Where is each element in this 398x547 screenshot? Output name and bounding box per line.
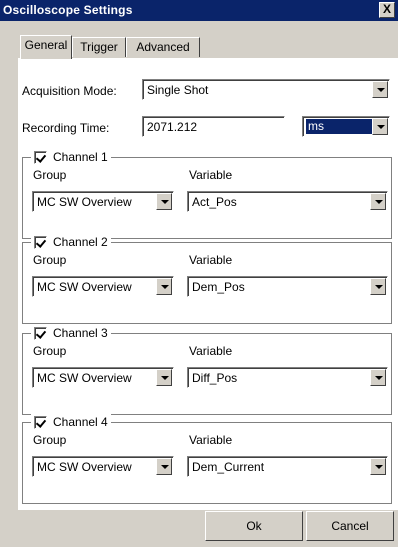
channel-2-group: Channel 2 Group Variable MC SW Overview … <box>22 234 392 324</box>
channel-2-group-select[interactable]: MC SW Overview <box>32 276 174 297</box>
tab-advanced[interactable]: Advanced <box>126 37 200 57</box>
recording-time-value: 2071.212 <box>147 120 198 134</box>
variable-label: Variable <box>189 344 233 358</box>
tab-general[interactable]: General <box>20 35 72 59</box>
channel-3-title: Channel 3 <box>53 326 108 340</box>
cancel-button[interactable]: Cancel <box>306 511 394 541</box>
group-label: Group <box>33 168 67 182</box>
channel-4-group-select[interactable]: MC SW Overview <box>32 456 174 477</box>
channel-4-group: Channel 4 Group Variable MC SW Overview … <box>22 414 392 504</box>
recording-unit-value: ms <box>306 119 374 134</box>
channel-2-checkbox[interactable] <box>34 235 47 249</box>
channel-4-variable-select[interactable]: Dem_Current <box>187 456 388 477</box>
channel-1-legend: Channel 1 <box>31 149 111 165</box>
channel-1-group: Channel 1 Group Variable MC SW Overview … <box>22 149 392 239</box>
title-bar: Oscilloscope Settings X <box>0 0 398 21</box>
channel-4-title: Channel 4 <box>53 415 108 429</box>
channel-3-group: Channel 3 Group Variable MC SW Overview … <box>22 325 392 415</box>
channel-1-checkbox[interactable] <box>34 150 47 164</box>
channel-2-title: Channel 2 <box>53 235 108 249</box>
chevron-down-icon[interactable] <box>156 369 172 386</box>
group-label: Group <box>33 433 67 447</box>
recording-time-input[interactable]: 2071.212 <box>142 116 285 137</box>
channel-3-legend: Channel 3 <box>31 325 111 341</box>
chevron-down-icon[interactable] <box>156 458 172 475</box>
channel-1-group-value: MC SW Overview <box>37 195 132 209</box>
ok-button[interactable]: Ok <box>205 511 303 541</box>
chevron-down-icon[interactable] <box>370 193 386 210</box>
channel-4-checkbox[interactable] <box>34 415 47 429</box>
channel-1-variable-value: Act_Pos <box>192 195 237 209</box>
channel-3-variable-value: Diff_Pos <box>192 371 238 385</box>
group-label: Group <box>33 253 67 267</box>
close-button[interactable]: X <box>379 2 395 18</box>
channel-2-variable-select[interactable]: Dem_Pos <box>187 276 388 297</box>
chevron-down-icon[interactable] <box>370 458 386 475</box>
recording-time-label: Recording Time: <box>22 121 110 135</box>
channel-4-legend: Channel 4 <box>31 414 111 430</box>
channel-2-variable-value: Dem_Pos <box>192 280 245 294</box>
channel-1-title: Channel 1 <box>53 150 108 164</box>
channel-2-legend: Channel 2 <box>31 234 111 250</box>
channel-4-group-value: MC SW Overview <box>37 460 132 474</box>
chevron-down-icon[interactable] <box>370 278 386 295</box>
channel-3-variable-select[interactable]: Diff_Pos <box>187 367 388 388</box>
variable-label: Variable <box>189 433 233 447</box>
oscilloscope-settings-dialog: Oscilloscope Settings X General Trigger … <box>0 0 398 547</box>
chevron-down-icon[interactable] <box>156 278 172 295</box>
window-title: Oscilloscope Settings <box>3 3 133 17</box>
chevron-down-icon[interactable] <box>156 193 172 210</box>
channel-3-group-value: MC SW Overview <box>37 371 132 385</box>
recording-unit-select[interactable]: ms <box>302 116 390 137</box>
group-label: Group <box>33 344 67 358</box>
channel-1-variable-select[interactable]: Act_Pos <box>187 191 388 212</box>
tab-trigger[interactable]: Trigger <box>72 37 126 57</box>
chevron-down-icon[interactable] <box>372 81 388 98</box>
acquisition-mode-value: Single Shot <box>147 83 209 97</box>
chevron-down-icon[interactable] <box>370 369 386 386</box>
acquisition-mode-label: Acquisition Mode: <box>22 84 117 98</box>
channel-1-group-select[interactable]: MC SW Overview <box>32 191 174 212</box>
variable-label: Variable <box>189 168 233 182</box>
chevron-down-icon[interactable] <box>372 118 388 135</box>
acquisition-mode-select[interactable]: Single Shot <box>142 79 390 100</box>
dialog-body: General Trigger Advanced Acquisition Mod… <box>0 21 398 547</box>
channel-2-group-value: MC SW Overview <box>37 280 132 294</box>
channel-4-variable-value: Dem_Current <box>192 460 265 474</box>
variable-label: Variable <box>189 253 233 267</box>
channel-3-checkbox[interactable] <box>34 326 47 340</box>
channel-3-group-select[interactable]: MC SW Overview <box>32 367 174 388</box>
